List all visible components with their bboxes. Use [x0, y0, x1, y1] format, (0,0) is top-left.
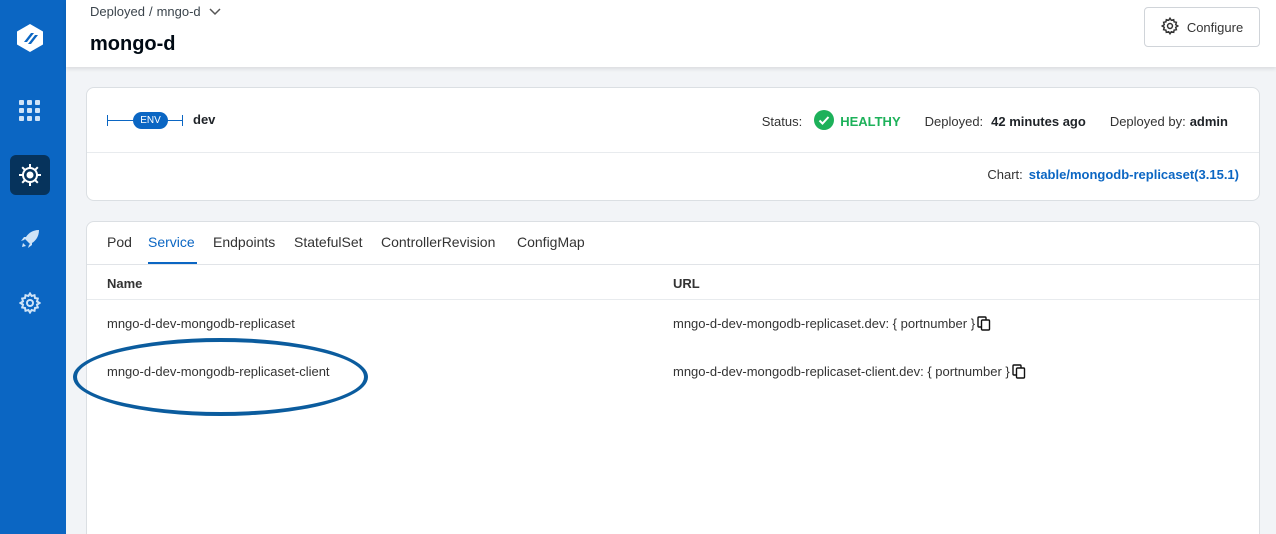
page-header: Deployed / mngo-d mongo-d Configure — [66, 0, 1276, 67]
configure-button[interactable]: Configure — [1144, 7, 1260, 47]
tab-statefulset[interactable]: StatefulSet — [294, 234, 363, 250]
env-line-end — [182, 115, 183, 126]
env-badge: ENV — [133, 112, 168, 129]
deployed-by-label: Deployed by: — [1109, 114, 1186, 129]
page-title: mongo-d — [90, 33, 176, 55]
check-circle-icon — [814, 110, 835, 133]
gear-icon[interactable] — [10, 283, 50, 323]
configure-label: Configure — [1186, 19, 1244, 35]
chevron-down-icon[interactable] — [209, 4, 221, 19]
table-row: mngo-d-dev-mongodb-replicaset-client mng… — [87, 364, 1259, 404]
tab-service[interactable]: Service — [148, 234, 195, 250]
column-header-url: URL — [673, 276, 700, 291]
environment-name: dev — [193, 112, 216, 127]
gear-icon — [1160, 16, 1179, 38]
table-row: mngo-d-dev-mongodb-replicaset mngo-d-dev… — [87, 316, 1259, 356]
service-url: mngo-d-dev-mongodb-replicaset.dev: { por… — [673, 316, 976, 331]
env-line-start — [107, 115, 108, 126]
deployed-by-user: admin — [1189, 114, 1228, 129]
chart-info: Chart: stable/mongodb-replicaset(3.15.1) — [987, 167, 1239, 182]
sidebar — [0, 0, 66, 534]
breadcrumb-parent[interactable]: Deployed — [90, 4, 145, 19]
apps-grid-icon[interactable] — [10, 91, 50, 131]
copy-icon[interactable] — [1012, 364, 1026, 379]
status-badge: HEALTHY — [840, 114, 901, 129]
rocket-icon[interactable] — [10, 219, 50, 259]
tab-endpoints[interactable]: Endpoints — [213, 234, 275, 250]
environment-row: ENV dev Status: HEALTHY Deployed: 42 min… — [87, 88, 1259, 153]
service-name[interactable]: mngo-d-dev-mongodb-replicaset — [107, 316, 295, 331]
breadcrumb-current[interactable]: mngo-d — [157, 4, 201, 19]
copy-icon[interactable] — [977, 316, 991, 331]
tab-controllerrevision[interactable]: ControllerRevision — [381, 234, 495, 250]
deployed-time: 42 minutes ago — [991, 114, 1086, 129]
breadcrumb-separator: / — [148, 4, 153, 19]
app-logo-icon[interactable] — [10, 18, 50, 58]
service-url-cell: mngo-d-dev-mongodb-replicaset.dev: { por… — [673, 316, 991, 331]
chart-label: Chart: — [987, 167, 1023, 182]
service-url: mngo-d-dev-mongodb-replicaset-client.dev… — [673, 364, 1010, 379]
tab-configmap[interactable]: ConfigMap — [517, 234, 585, 250]
resources-card: Pod Service Endpoints StatefulSet Contro… — [86, 221, 1260, 534]
active-tab-indicator — [148, 262, 197, 264]
environment-card: ENV dev Status: HEALTHY Deployed: 42 min… — [86, 87, 1260, 201]
column-header-name: Name — [107, 276, 143, 291]
service-url-cell: mngo-d-dev-mongodb-replicaset-client.dev… — [673, 364, 1026, 379]
deployment-status: Status: HEALTHY Deployed: 42 minutes ago… — [762, 110, 1228, 133]
tab-pod[interactable]: Pod — [107, 234, 132, 250]
service-name[interactable]: mngo-d-dev-mongodb-replicaset-client — [107, 364, 330, 379]
kubernetes-helm-icon[interactable] — [10, 155, 50, 195]
chart-link[interactable]: stable/mongodb-replicaset(3.15.1) — [1029, 167, 1239, 182]
breadcrumb: Deployed / mngo-d — [90, 4, 221, 19]
resource-tabs: Pod Service Endpoints StatefulSet Contro… — [87, 222, 1259, 265]
status-label: Status: — [761, 114, 803, 129]
deployed-label: Deployed: — [924, 114, 984, 129]
table-header: Name URL — [87, 265, 1259, 300]
